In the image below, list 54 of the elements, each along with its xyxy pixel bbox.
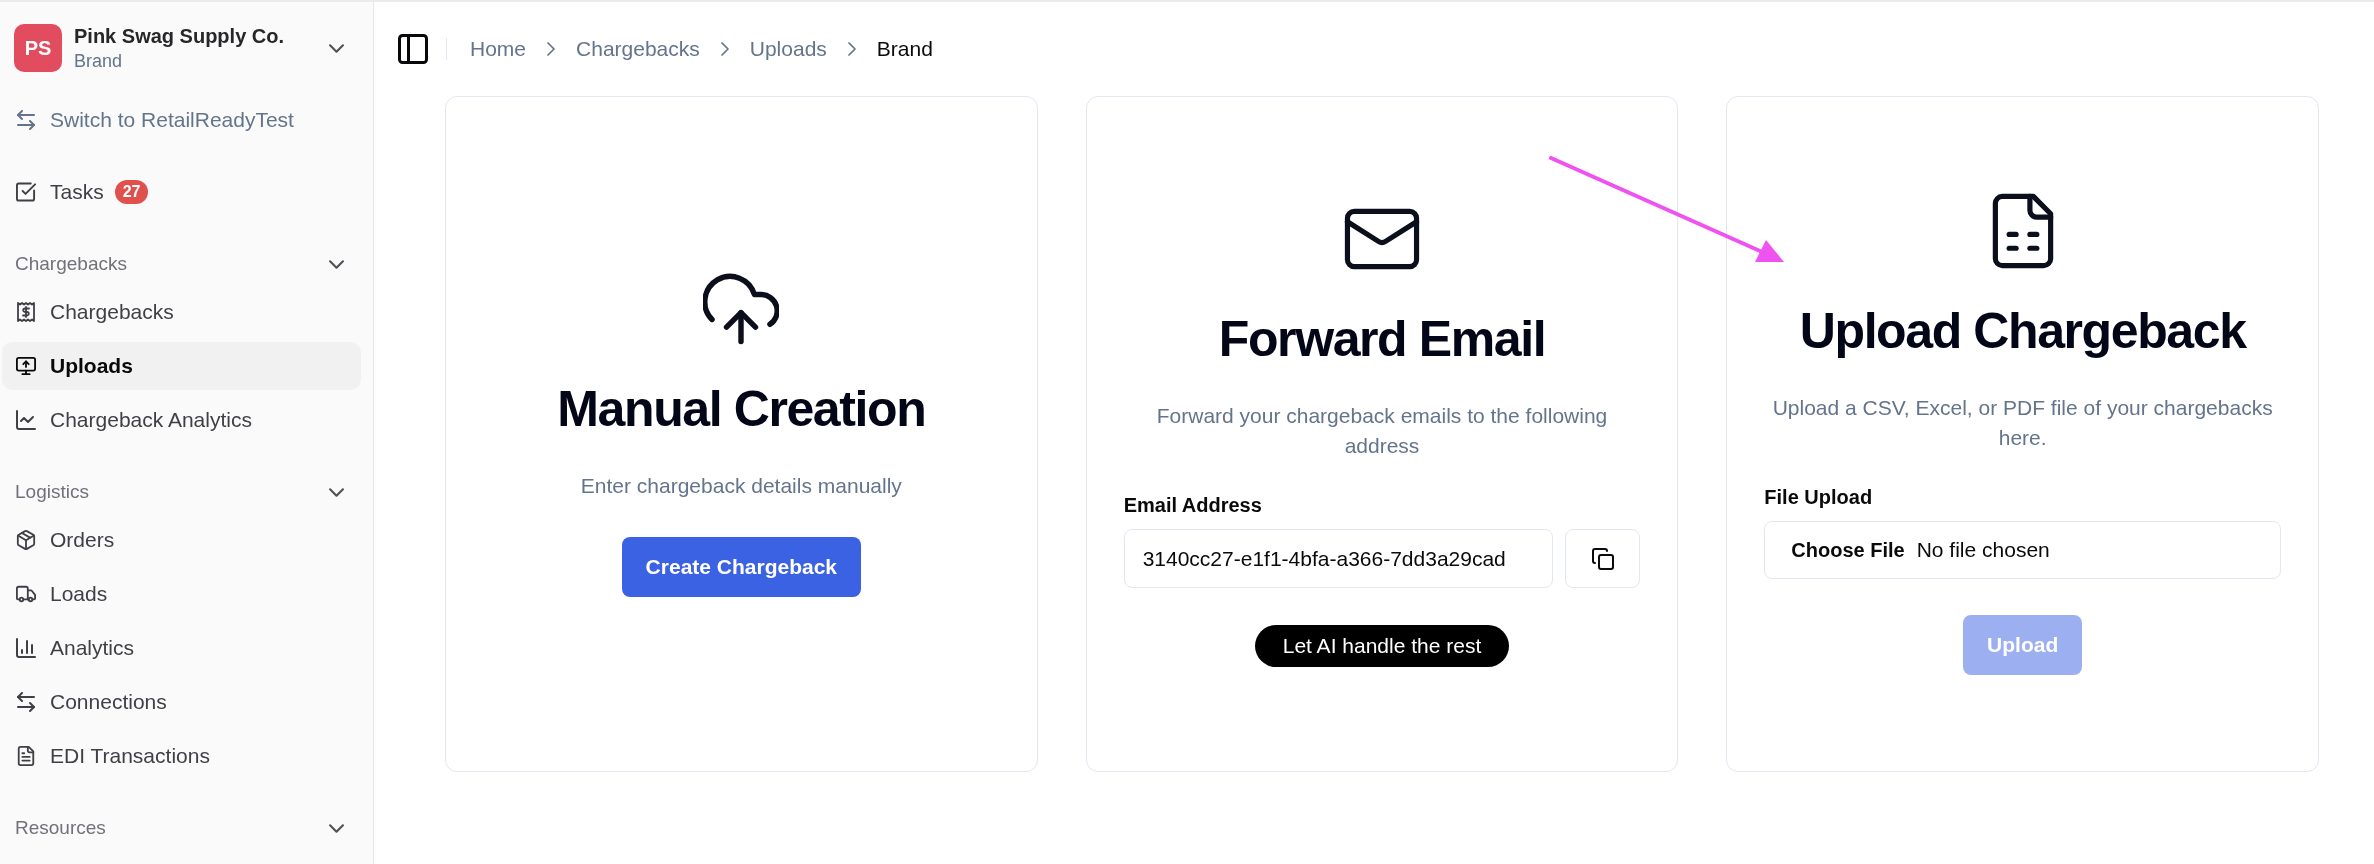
- create-button[interactable]: Create Chargeback: [621, 537, 862, 597]
- card-title: Upload Chargeback: [1799, 302, 2246, 361]
- card-title: Manual Creation: [557, 380, 926, 439]
- breadcrumb-link[interactable]: Chargebacks: [576, 37, 700, 61]
- copy-icon: [1591, 547, 1614, 570]
- file-status-text: No file chosen: [1916, 538, 2050, 562]
- org-role: Brand: [74, 50, 124, 72]
- sidebar-item[interactable]: Orders: [2, 516, 361, 564]
- card-title: Forward Email: [1218, 310, 1546, 369]
- section-header[interactable]: Logistics: [2, 468, 361, 516]
- package-icon: [16, 530, 36, 550]
- org-name: Pink Swag Supply Co.: [74, 24, 286, 48]
- sidebar-item[interactable]: Loads: [2, 570, 361, 618]
- card-description: Enter chargeback details manually: [580, 473, 902, 499]
- sidebar-item[interactable]: Analytics: [2, 624, 361, 672]
- switch-account-link[interactable]: Switch to RetailReadyTest: [2, 96, 361, 144]
- org-avatar: PS: [14, 24, 62, 72]
- copy-button[interactable]: [1565, 529, 1641, 588]
- sidebar-item[interactable]: EDI Transactions: [2, 732, 361, 780]
- breadcrumb-link[interactable]: Uploads: [749, 37, 827, 61]
- checkbox-icon: [16, 182, 36, 202]
- bar-chart-icon: [16, 638, 36, 658]
- document-icon: [16, 746, 36, 766]
- card-description: Forward your chargeback emails to the following address: [1155, 403, 1609, 459]
- current-page-label: Brand: [876, 37, 933, 61]
- ai-note-badge: Let AI handle the rest: [1254, 625, 1510, 667]
- sidebar-item[interactable]: Chargeback Analytics: [2, 396, 361, 444]
- line-chart-icon: [16, 410, 36, 430]
- file-upload-field[interactable]: Choose File No file chosen: [1764, 521, 2281, 579]
- sidebar-toggle-button[interactable]: [398, 34, 428, 64]
- truck-icon: [16, 584, 36, 604]
- chevron-right-icon: [847, 42, 856, 56]
- sidebar-item[interactable]: Uploads: [2, 342, 361, 390]
- chevron-right-icon: [720, 42, 729, 56]
- arrows-icon: [16, 692, 36, 712]
- count-badge: 27: [114, 180, 149, 204]
- chevron-icon[interactable]: [329, 43, 344, 53]
- breadcrumb-link[interactable]: Home: [470, 37, 527, 61]
- section-header[interactable]: Chargebacks: [2, 240, 361, 288]
- chevron-right-icon: [547, 42, 556, 56]
- tasks-link[interactable]: Tasks 27: [2, 168, 361, 216]
- arrows-icon: [16, 110, 36, 130]
- card-description: Upload a CSV, Excel, or PDF file of your chargebacks here.: [1771, 395, 2274, 451]
- sidebar-item[interactable]: Chargebacks: [2, 288, 361, 336]
- email-address-field[interactable]: 3140cc27-e1f1-4bfa-a366-7dd3a29cad: [1123, 529, 1554, 588]
- monitor-upload-icon: [16, 356, 36, 376]
- field-label: File Upload: [1764, 485, 1874, 509]
- field-label: Email Address: [1123, 493, 1263, 517]
- choose-file-button[interactable]: Choose File: [1791, 538, 1905, 562]
- sidebar-item[interactable]: Connections: [2, 678, 361, 726]
- panel-left-icon: [398, 34, 428, 64]
- receipt-icon: [16, 302, 36, 322]
- cloud-upload-icon: [703, 271, 780, 347]
- section-header[interactable]: Resources: [2, 804, 361, 852]
